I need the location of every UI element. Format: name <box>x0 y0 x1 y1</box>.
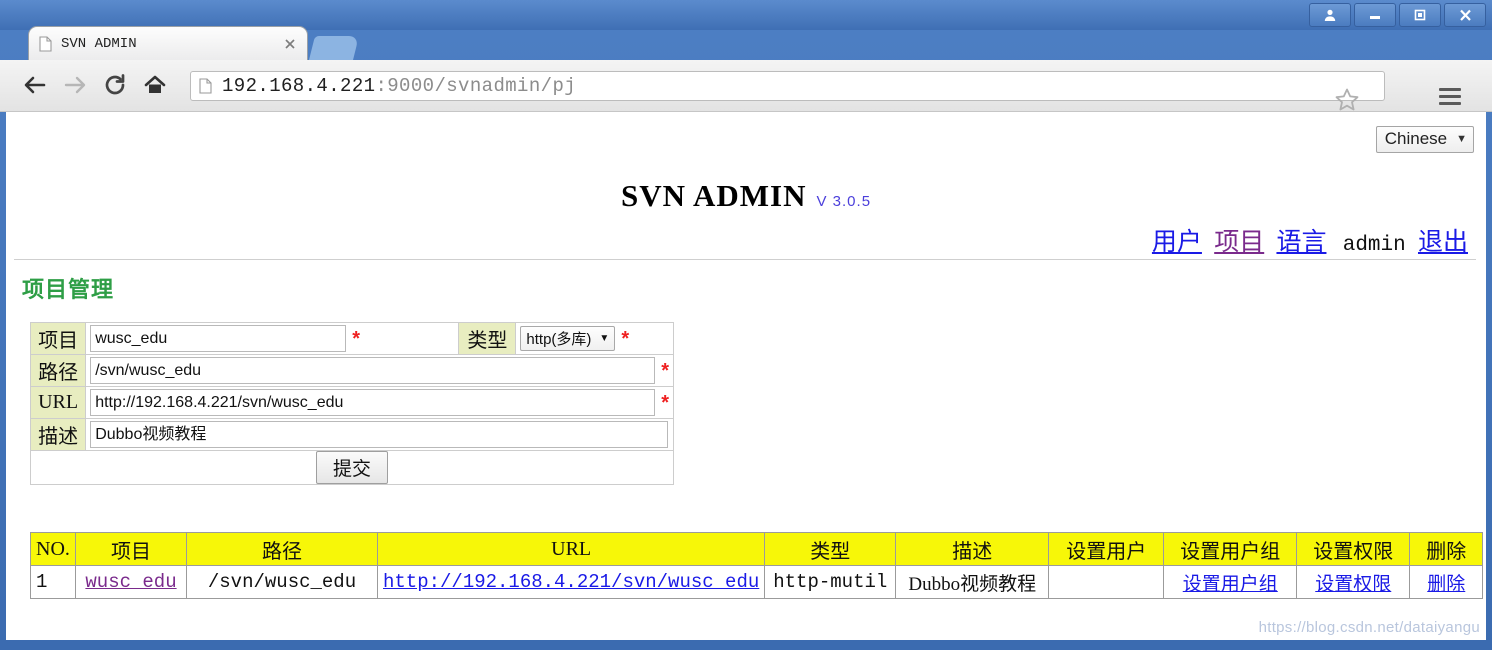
url-required-mark: * <box>661 391 669 414</box>
type-select-value: http(多库) <box>526 331 592 348</box>
language-select-value: Chinese <box>1384 129 1448 148</box>
watermark: https://blog.csdn.net/dataiyangu <box>1258 619 1480 636</box>
form-row-submit: 提交 <box>30 450 674 485</box>
column-header-no: NO. <box>30 532 76 566</box>
page-icon <box>39 35 52 52</box>
project-field-cell: wusc_edu * <box>85 322 460 355</box>
browser-toolbar: 192.168.4.221:9000/svnadmin/pj <box>0 60 1492 112</box>
app-title-block: SVN ADMIN V 3.0.5 <box>6 178 1486 214</box>
repository-url-link[interactable]: http://192.168.4.221/svn/wusc_edu <box>383 571 759 593</box>
project-list-table: NO. 项目 路径 URL 类型 描述 设置用户 设置用户组 设置权限 删除 1… <box>30 532 1484 599</box>
page-icon <box>199 78 212 94</box>
description-input[interactable]: Dubbo视频教程 <box>90 421 669 448</box>
set-user-group-link[interactable]: 设置用户组 <box>1183 574 1278 595</box>
path-required-mark: * <box>661 359 669 382</box>
nav-link-users[interactable]: 用户 <box>1152 229 1202 256</box>
url-label: URL <box>29 386 87 419</box>
cell-project: wusc_edu <box>75 565 187 599</box>
path-label: 路径 <box>29 354 87 387</box>
app-version: V 3.0.5 <box>816 193 872 210</box>
address-bar[interactable]: 192.168.4.221:9000/svnadmin/pj <box>190 71 1461 111</box>
submit-cell: 提交 <box>30 450 674 485</box>
address-path: :9000/svnadmin/pj <box>375 75 577 97</box>
cell-path: /svn/wusc_edu <box>186 565 378 599</box>
chevron-down-icon: ▼ <box>599 333 610 344</box>
form-row-path: 路径 /svn/wusc_edu * <box>29 354 674 387</box>
column-header-url: URL <box>376 532 766 566</box>
close-icon[interactable] <box>283 37 297 51</box>
forward-arrow-icon <box>62 70 88 100</box>
navigation-buttons <box>22 70 168 100</box>
nav-link-language[interactable]: 语言 <box>1276 229 1326 256</box>
language-select[interactable]: Chinese ▼ <box>1375 126 1474 153</box>
project-input[interactable]: wusc_edu <box>90 325 347 352</box>
nav-link-logout[interactable]: 退出 <box>1418 229 1468 256</box>
divider <box>14 259 1476 260</box>
home-icon[interactable] <box>142 70 168 100</box>
project-required-mark: * <box>352 327 360 350</box>
column-header-delete: 删除 <box>1409 532 1484 566</box>
project-link[interactable]: wusc_edu <box>85 571 176 593</box>
column-header-path: 路径 <box>186 532 378 566</box>
cell-delete: 删除 <box>1409 565 1484 599</box>
description-field-cell: Dubbo视频教程 <box>85 418 674 451</box>
type-label: 类型 <box>458 322 517 355</box>
url-input[interactable]: http://192.168.4.221/svn/wusc_edu <box>90 389 656 416</box>
new-tab-icon[interactable] <box>309 36 359 60</box>
submit-button[interactable]: 提交 <box>315 451 388 484</box>
page-viewport: Chinese ▼ SVN ADMIN V 3.0.5 用户 项目 语言 admi… <box>6 112 1486 640</box>
page-title: 项目管理 <box>22 277 115 302</box>
current-user-label: admin <box>1342 234 1406 257</box>
browser-window: SVN ADMIN 192.168.4.221:9000/svnadmin/pj… <box>0 0 1492 650</box>
description-label: 描述 <box>29 418 87 451</box>
type-select[interactable]: http(多库) ▼ <box>520 326 616 351</box>
cell-description: Dubbo视频教程 <box>895 565 1050 599</box>
cell-set-user-group: 设置用户组 <box>1163 565 1298 599</box>
back-arrow-icon[interactable] <box>22 70 48 100</box>
app-title: SVN ADMIN <box>620 178 807 213</box>
project-label: 项目 <box>29 322 87 355</box>
column-header-set-user-group: 设置用户组 <box>1163 532 1298 566</box>
address-host: 192.168.4.221 <box>222 75 376 97</box>
table-row: 1 wusc_edu /svn/wusc_edu http://192.168.… <box>30 565 1484 599</box>
path-input[interactable]: /svn/wusc_edu <box>90 357 656 384</box>
type-required-mark: * <box>621 327 630 350</box>
cell-type: http-mutil <box>764 565 897 599</box>
address-bar-text: 192.168.4.221:9000/svnadmin/pj <box>222 75 576 97</box>
path-field-cell: /svn/wusc_edu * <box>85 354 674 387</box>
language-select-wrapper: Chinese ▼ <box>1375 126 1474 153</box>
form-row-project: 项目 wusc_edu * 类型 http(多库) ▼ * <box>29 322 674 355</box>
project-form: 项目 wusc_edu * 类型 http(多库) ▼ * 路径 /svn/wu… <box>29 322 674 485</box>
tab-title: SVN ADMIN <box>61 35 137 52</box>
column-header-type: 类型 <box>764 532 897 566</box>
delete-link[interactable]: 删除 <box>1427 574 1465 595</box>
tab-strip: SVN ADMIN <box>0 22 1492 60</box>
type-field-cell: http(多库) ▼ * <box>515 322 674 355</box>
cell-no: 1 <box>30 565 76 599</box>
table-header-row: NO. 项目 路径 URL 类型 描述 设置用户 设置用户组 设置权限 删除 <box>30 532 1484 566</box>
url-field-cell: http://192.168.4.221/svn/wusc_edu * <box>85 386 674 419</box>
form-row-description: 描述 Dubbo视频教程 <box>29 418 674 451</box>
reload-icon[interactable] <box>102 70 128 100</box>
hamburger-menu-icon[interactable] <box>1439 88 1461 109</box>
column-header-project: 项目 <box>75 532 187 566</box>
cell-set-user <box>1048 565 1165 599</box>
column-header-set-permission: 设置权限 <box>1296 532 1411 566</box>
set-permission-link[interactable]: 设置权限 <box>1315 574 1391 595</box>
cell-set-permission: 设置权限 <box>1296 565 1411 599</box>
cell-url: http://192.168.4.221/svn/wusc_edu <box>376 565 766 599</box>
tab-svn-admin[interactable]: SVN ADMIN <box>28 26 308 60</box>
column-header-description: 描述 <box>895 532 1050 566</box>
nav-link-projects[interactable]: 项目 <box>1214 229 1264 256</box>
column-header-set-user: 设置用户 <box>1048 532 1165 566</box>
top-navigation: 用户 项目 语言 admin 退出 <box>1146 222 1468 258</box>
chevron-down-icon: ▼ <box>1456 133 1467 145</box>
form-row-url: URL http://192.168.4.221/svn/wusc_edu * <box>29 386 674 419</box>
